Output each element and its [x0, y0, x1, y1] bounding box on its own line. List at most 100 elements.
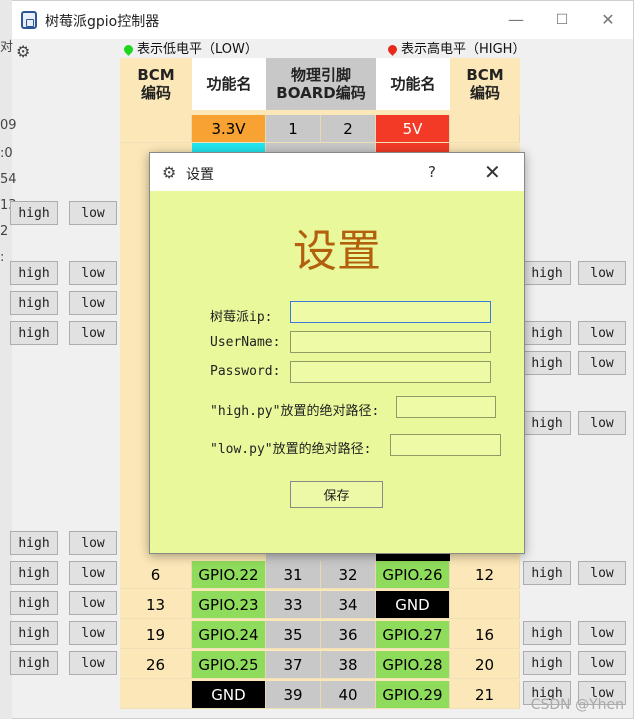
bg-fragment: 2: [0, 224, 9, 239]
cell-func-left: GPIO.23: [192, 591, 266, 619]
low-button[interactable]: low: [69, 531, 117, 555]
cell-func-right: GND: [376, 591, 450, 619]
cell-bcm-right: [450, 115, 520, 143]
cell-bcm-right: 21: [450, 681, 520, 709]
low-button[interactable]: low: [578, 321, 626, 345]
legend-high: 表示高电平（HIGH）: [386, 38, 525, 57]
bg-fragment: :: [0, 250, 5, 265]
high-button[interactable]: high: [10, 591, 58, 615]
bg-fragment: 54: [0, 172, 17, 187]
password-input[interactable]: [290, 361, 491, 383]
cell-pin-left: 37: [266, 651, 321, 679]
header-physical: 物理引脚 BOARD编码: [266, 58, 376, 110]
high-button[interactable]: high: [10, 321, 58, 345]
header-bcm-left: BCM 编码: [120, 58, 192, 110]
low-path-input[interactable]: [390, 434, 501, 456]
low-path-label: "low.py"放置的绝对路径:: [210, 442, 372, 457]
minimize-button[interactable]: —: [493, 1, 539, 39]
cell-pin-right: 36: [321, 621, 376, 649]
low-button[interactable]: low: [578, 621, 626, 645]
window-title: 树莓派gpio控制器: [45, 14, 160, 30]
gear-icon: ⚙: [162, 163, 177, 182]
high-button[interactable]: high: [10, 621, 58, 645]
ip-input[interactable]: [290, 301, 491, 323]
username-label: UserName:: [210, 335, 281, 350]
low-button[interactable]: low: [69, 591, 117, 615]
green-pin-icon: [122, 43, 135, 56]
cell-bcm-left: [120, 115, 192, 143]
cell-bcm-left: 6: [120, 561, 192, 589]
high-button[interactable]: high: [523, 561, 571, 585]
high-button[interactable]: high: [10, 291, 58, 315]
high-button[interactable]: high: [523, 651, 571, 675]
cell-pin-right: 40: [321, 681, 376, 709]
low-button[interactable]: low: [69, 651, 117, 675]
high-button[interactable]: high: [10, 531, 58, 555]
low-button[interactable]: low: [69, 201, 117, 225]
app-lock-icon: [21, 11, 37, 29]
cell-bcm-left: [120, 681, 192, 709]
low-button[interactable]: low: [578, 561, 626, 585]
cell-pin-left: 33: [266, 591, 321, 619]
cell-func-right: 5V: [376, 115, 450, 143]
header-function-right: 功能名: [376, 58, 450, 110]
low-button[interactable]: low: [69, 261, 117, 285]
cell-pin-right: 2: [321, 115, 376, 143]
header-function-left: 功能名: [192, 58, 266, 110]
low-button[interactable]: low: [69, 561, 117, 585]
low-button[interactable]: low: [69, 321, 117, 345]
settings-dialog: ⚙ 设置 ? ✕ 设置 树莓派ip: UserName: Password: "…: [149, 152, 525, 554]
low-button[interactable]: low: [578, 411, 626, 435]
cell-pin-right: 32: [321, 561, 376, 589]
cell-bcm-left: 26: [120, 651, 192, 679]
maximize-button[interactable]: ☐: [539, 1, 585, 39]
low-button[interactable]: low: [69, 621, 117, 645]
help-button[interactable]: ?: [428, 163, 436, 181]
settings-gear-icon[interactable]: ⚙: [16, 42, 30, 61]
dialog-close-button[interactable]: ✕: [484, 160, 501, 184]
high-button[interactable]: high: [10, 201, 58, 225]
high-button[interactable]: high: [10, 261, 58, 285]
cell-func-right: GPIO.26: [376, 561, 450, 589]
bg-fragment: 对: [0, 40, 14, 55]
low-button[interactable]: low: [578, 351, 626, 375]
cell-bcm-right: 16: [450, 621, 520, 649]
password-label: Password:: [210, 364, 281, 379]
watermark: CSDN @Yhen: [530, 697, 624, 713]
dialog-title-bar: ⚙ 设置 ? ✕: [150, 153, 524, 191]
low-button[interactable]: low: [69, 291, 117, 315]
cell-bcm-left: 13: [120, 591, 192, 619]
save-button[interactable]: 保存: [290, 481, 383, 508]
high-button[interactable]: high: [523, 261, 571, 285]
legend-low: 表示低电平（LOW）: [122, 38, 258, 57]
username-input[interactable]: [290, 331, 491, 353]
cell-pin-left: 39: [266, 681, 321, 709]
high-button[interactable]: high: [523, 351, 571, 375]
low-button[interactable]: low: [578, 261, 626, 285]
cell-pin-left: 35: [266, 621, 321, 649]
high-button[interactable]: high: [10, 651, 58, 675]
cell-bcm-left: 19: [120, 621, 192, 649]
close-button[interactable]: ✕: [585, 1, 631, 39]
high-button[interactable]: high: [10, 561, 58, 585]
cell-pin-right: 34: [321, 591, 376, 619]
cell-func-right: GPIO.27: [376, 621, 450, 649]
bg-fragment: 09: [0, 118, 17, 133]
ip-label: 树莓派ip:: [210, 310, 273, 325]
high-button[interactable]: high: [523, 621, 571, 645]
cell-bcm-right: [450, 591, 520, 619]
cell-pin-left: 31: [266, 561, 321, 589]
high-button[interactable]: high: [523, 321, 571, 345]
red-pin-icon: [386, 43, 399, 56]
cell-func-left: GND: [192, 681, 266, 709]
low-button[interactable]: low: [578, 651, 626, 675]
dialog-heading: 设置: [293, 226, 381, 277]
cell-pin-left: 1: [266, 115, 321, 143]
cell-func-left: GPIO.25: [192, 651, 266, 679]
cell-func-left: GPIO.24: [192, 621, 266, 649]
cell-func-left: GPIO.22: [192, 561, 266, 589]
high-button[interactable]: high: [523, 411, 571, 435]
dialog-title: 设置: [186, 167, 214, 183]
cell-pin-right: 38: [321, 651, 376, 679]
high-path-input[interactable]: [396, 396, 496, 418]
